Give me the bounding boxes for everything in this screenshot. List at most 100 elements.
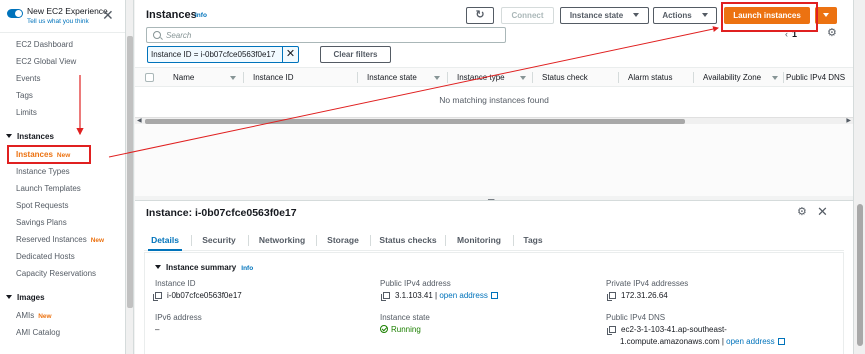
sidebar-item-ec2-dashboard[interactable]: EC2 Dashboard (16, 40, 73, 49)
connect-button[interactable]: Connect (501, 7, 554, 24)
close-icon[interactable]: ✕ (817, 205, 828, 218)
tab-tags[interactable]: Tags (519, 229, 547, 251)
sidebar-scrollbar[interactable] (126, 0, 134, 354)
instance-id-value: i-0b07cfce0563f0e17 (153, 291, 242, 301)
close-icon[interactable]: ✕ (102, 8, 114, 22)
feedback-link[interactable]: Tell us what you think (27, 18, 89, 25)
sidebar-item-global-view[interactable]: EC2 Global View (16, 57, 76, 66)
column-header-public-dns[interactable]: Public IPv4 DNS (786, 73, 845, 82)
info-link[interactable]: Info (241, 265, 253, 272)
column-header-alarm-status[interactable]: Alarm status (628, 73, 672, 82)
sidebar-item-events[interactable]: Events (16, 74, 40, 83)
refresh-icon: ↻ (475, 9, 485, 21)
tab-details[interactable]: Details (148, 229, 182, 251)
sort-icon[interactable] (230, 76, 236, 80)
sidebar-item-amis[interactable]: AMIs New (16, 311, 52, 320)
tab-status-checks[interactable]: Status checks (376, 229, 440, 251)
column-header-instance-type[interactable]: Instance type (457, 73, 505, 82)
sort-icon[interactable] (520, 76, 526, 80)
sidebar-item-reserved-instances[interactable]: Reserved Instances New (16, 235, 104, 244)
external-link-icon[interactable] (490, 292, 498, 299)
instance-id-label: Instance ID (155, 279, 196, 288)
column-header-instance-state[interactable]: Instance state (367, 73, 417, 82)
caret-down-icon (6, 295, 12, 299)
sidebar-item-savings-plans[interactable]: Savings Plans (16, 218, 67, 227)
ipv6-label: IPv6 address (155, 313, 202, 322)
copy-icon[interactable] (381, 292, 390, 301)
tab-divider (370, 235, 371, 246)
table-horizontal-scrollbar[interactable]: ◀ ▶ (135, 117, 853, 124)
private-ip-value: 172.31.26.64 (607, 291, 668, 301)
column-divider (618, 72, 619, 83)
tab-divider (316, 235, 317, 246)
instance-summary-header[interactable]: Instance summary Info (155, 263, 253, 272)
sort-icon[interactable] (772, 76, 778, 80)
separator: | (435, 291, 438, 300)
tab-storage[interactable]: Storage (322, 229, 364, 251)
gear-icon[interactable]: ⚙ (827, 28, 837, 39)
public-dns-value-line1: ec2-3-1-103-41.ap-southeast- (607, 325, 727, 335)
sidebar-item-capacity-reservations[interactable]: Capacity Reservations (16, 269, 96, 278)
select-all-checkbox[interactable] (145, 73, 154, 82)
column-header-status-check[interactable]: Status check (542, 73, 588, 82)
tab-monitoring[interactable]: Monitoring (451, 229, 507, 251)
copy-icon[interactable] (607, 292, 616, 301)
new-badge: New (38, 313, 52, 320)
external-link-icon[interactable] (777, 338, 785, 345)
sidebar-item-limits[interactable]: Limits (16, 108, 37, 117)
public-ip-text: 3.1.103.41 (395, 291, 433, 300)
button-label: Actions (662, 11, 692, 20)
sidebar-item-label: AMIs (16, 311, 35, 320)
instance-state-button[interactable]: Instance state (560, 7, 649, 24)
dns-open-address-link[interactable]: open address (726, 337, 774, 346)
actions-button[interactable]: Actions (653, 7, 717, 24)
filter-token: Instance ID = i-0b07cfce0563f0e17 ✕ (147, 46, 299, 63)
refresh-button[interactable]: ↻ (466, 7, 494, 24)
gear-icon[interactable]: ⚙ (797, 207, 807, 218)
copy-icon[interactable] (607, 326, 616, 335)
instance-summary: Instance summary Info Instance ID i-0b07c… (144, 252, 844, 354)
clear-filters-button[interactable]: Clear filters (320, 46, 391, 63)
column-divider (357, 72, 358, 83)
column-header-instance-id[interactable]: Instance ID (253, 73, 293, 82)
summary-title: Instance summary (166, 263, 237, 272)
remove-filter-icon[interactable]: ✕ (282, 47, 298, 62)
info-link[interactable]: Info (195, 12, 207, 19)
caret-down-icon (633, 13, 640, 17)
page-scrollbar-thumb[interactable] (857, 204, 863, 346)
caret-down-icon (6, 134, 12, 138)
column-divider (532, 72, 533, 83)
column-header-availability-zone[interactable]: Availability Zone (703, 73, 761, 82)
sort-icon[interactable] (434, 76, 440, 80)
copy-icon[interactable] (153, 292, 162, 301)
column-divider (243, 72, 244, 83)
sidebar-scrollbar-thumb[interactable] (127, 36, 133, 308)
column-divider (447, 72, 448, 83)
launch-dropdown-button[interactable] (815, 7, 837, 24)
instance-state-label: Instance state (380, 313, 430, 322)
sidebar-item-dedicated-hosts[interactable]: Dedicated Hosts (16, 252, 75, 261)
sidebar-item-instance-types[interactable]: Instance Types (16, 167, 70, 176)
sidebar-item-ami-catalog[interactable]: AMI Catalog (16, 328, 60, 337)
page-scrollbar[interactable] (853, 0, 865, 354)
private-ip-text: 172.31.26.64 (621, 291, 668, 300)
column-header-name[interactable]: Name (173, 73, 194, 82)
empty-message: No matching instances found (439, 95, 549, 105)
caret-down-icon (701, 13, 708, 17)
sidebar-section-images[interactable]: Images (6, 293, 45, 302)
public-dns-label: Public IPv4 DNS (606, 313, 666, 322)
new-experience-toggle[interactable] (7, 9, 23, 18)
tab-divider (191, 235, 192, 246)
instance-state-text: Running (391, 325, 421, 334)
tab-networking[interactable]: Networking (254, 229, 310, 251)
open-address-link[interactable]: open address (439, 291, 487, 300)
sidebar-item-tags[interactable]: Tags (16, 91, 33, 100)
sidebar-section-instances[interactable]: Instances (6, 132, 54, 141)
tab-divider (445, 235, 446, 246)
sidebar-item-launch-templates[interactable]: Launch Templates (16, 184, 81, 193)
column-divider (783, 72, 784, 83)
section-label: Images (17, 293, 45, 302)
tab-security[interactable]: Security (198, 229, 240, 251)
sidebar-item-spot-requests[interactable]: Spot Requests (16, 201, 68, 210)
search-input[interactable] (166, 28, 496, 42)
